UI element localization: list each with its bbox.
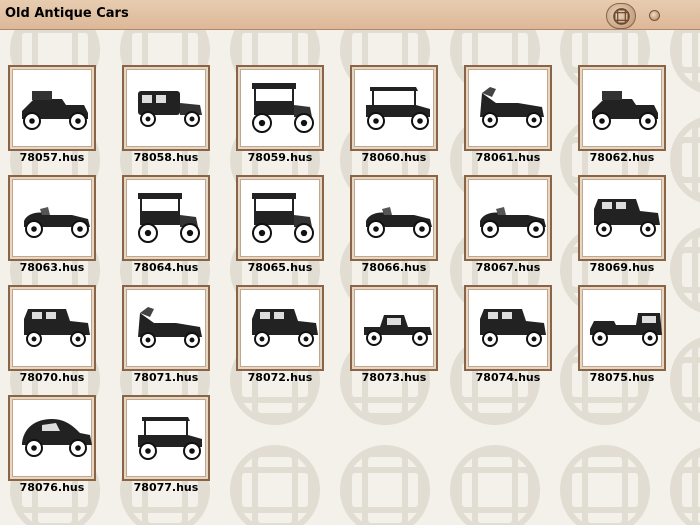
file-item[interactable]: 78073.hus [350, 285, 440, 393]
car-icon [24, 207, 90, 238]
file-name[interactable]: 78069.hus [572, 261, 672, 274]
file-name[interactable]: 78073.hus [344, 371, 444, 384]
file-item[interactable]: 78057.hus [8, 65, 98, 173]
car-icon [480, 87, 544, 128]
file-thumbnail[interactable] [122, 175, 210, 261]
file-item[interactable]: 78059.hus [236, 65, 326, 173]
title-bar: Old Antique Cars [0, 0, 700, 30]
file-item[interactable]: 78070.hus [8, 285, 98, 393]
file-name[interactable]: 78074.hus [458, 371, 558, 384]
file-thumbnail[interactable] [350, 285, 438, 371]
car-icon [592, 91, 658, 130]
file-item[interactable]: 78069.hus [578, 175, 668, 283]
file-name[interactable]: 78067.hus [458, 261, 558, 274]
car-icon [480, 309, 546, 347]
file-item[interactable]: 78067.hus [464, 175, 554, 283]
file-item[interactable]: 78072.hus [236, 285, 326, 393]
file-thumbnail[interactable] [350, 175, 438, 261]
file-thumbnail[interactable] [236, 175, 324, 261]
file-name[interactable]: 78066.hus [344, 261, 444, 274]
car-icon [364, 315, 432, 346]
file-name[interactable]: 78064.hus [116, 261, 216, 274]
file-item[interactable]: 78058.hus [122, 65, 212, 173]
car-icon [24, 309, 90, 347]
file-thumbnail[interactable] [122, 395, 210, 481]
car-icon [22, 91, 88, 130]
file-thumbnail[interactable] [350, 65, 438, 151]
file-thumbnail[interactable] [464, 175, 552, 261]
car-icon [590, 313, 662, 346]
file-thumbnail[interactable] [464, 285, 552, 371]
car-icon [22, 419, 92, 457]
file-thumbnail[interactable] [464, 65, 552, 151]
file-item[interactable]: 78065.hus [236, 175, 326, 283]
file-thumbnail[interactable] [578, 175, 666, 261]
file-name[interactable]: 78072.hus [230, 371, 330, 384]
car-icon [252, 83, 314, 133]
file-name[interactable]: 78076.hus [2, 481, 102, 494]
file-thumbnail[interactable] [578, 285, 666, 371]
celtic-knot-icon[interactable] [606, 3, 636, 29]
file-name[interactable]: 78058.hus [116, 151, 216, 164]
file-thumbnail[interactable] [236, 285, 324, 371]
file-thumbnail[interactable] [8, 285, 96, 371]
file-thumbnail[interactable] [122, 285, 210, 371]
car-icon [138, 91, 202, 127]
file-item[interactable]: 78066.hus [350, 175, 440, 283]
file-item[interactable]: 78075.hus [578, 285, 668, 393]
file-name[interactable]: 78077.hus [116, 481, 216, 494]
file-item[interactable]: 78062.hus [578, 65, 668, 173]
file-thumbnail[interactable] [8, 175, 96, 261]
file-name[interactable]: 78059.hus [230, 151, 330, 164]
file-name[interactable]: 78063.hus [2, 261, 102, 274]
car-icon [252, 309, 318, 347]
window-title: Old Antique Cars [5, 6, 129, 21]
file-name[interactable]: 78070.hus [2, 371, 102, 384]
file-thumbnail[interactable] [236, 65, 324, 151]
car-icon [366, 87, 430, 130]
car-icon [480, 207, 546, 238]
car-icon [138, 307, 202, 348]
file-item[interactable]: 78063.hus [8, 175, 98, 283]
file-item[interactable]: 78061.hus [464, 65, 554, 173]
file-item[interactable]: 78077.hus [122, 395, 212, 503]
car-icon [138, 417, 202, 460]
file-name[interactable]: 78075.hus [572, 371, 672, 384]
file-name[interactable]: 78060.hus [344, 151, 444, 164]
file-name[interactable]: 78071.hus [116, 371, 216, 384]
car-icon [138, 193, 200, 243]
file-item[interactable]: 78064.hus [122, 175, 212, 283]
file-thumbnail[interactable] [8, 65, 96, 151]
file-item[interactable]: 78071.hus [122, 285, 212, 393]
file-item[interactable]: 78060.hus [350, 65, 440, 173]
file-thumbnail[interactable] [578, 65, 666, 151]
file-item[interactable]: 78074.hus [464, 285, 554, 393]
file-name[interactable]: 78061.hus [458, 151, 558, 164]
car-icon [594, 199, 660, 237]
file-name[interactable]: 78057.hus [2, 151, 102, 164]
file-thumbnail[interactable] [122, 65, 210, 151]
file-name[interactable]: 78065.hus [230, 261, 330, 274]
file-item[interactable]: 78076.hus [8, 395, 98, 503]
car-icon [366, 207, 432, 238]
car-icon [252, 193, 314, 243]
file-thumbnail[interactable] [8, 395, 96, 481]
file-name[interactable]: 78062.hus [572, 151, 672, 164]
round-button-icon[interactable] [649, 10, 660, 21]
